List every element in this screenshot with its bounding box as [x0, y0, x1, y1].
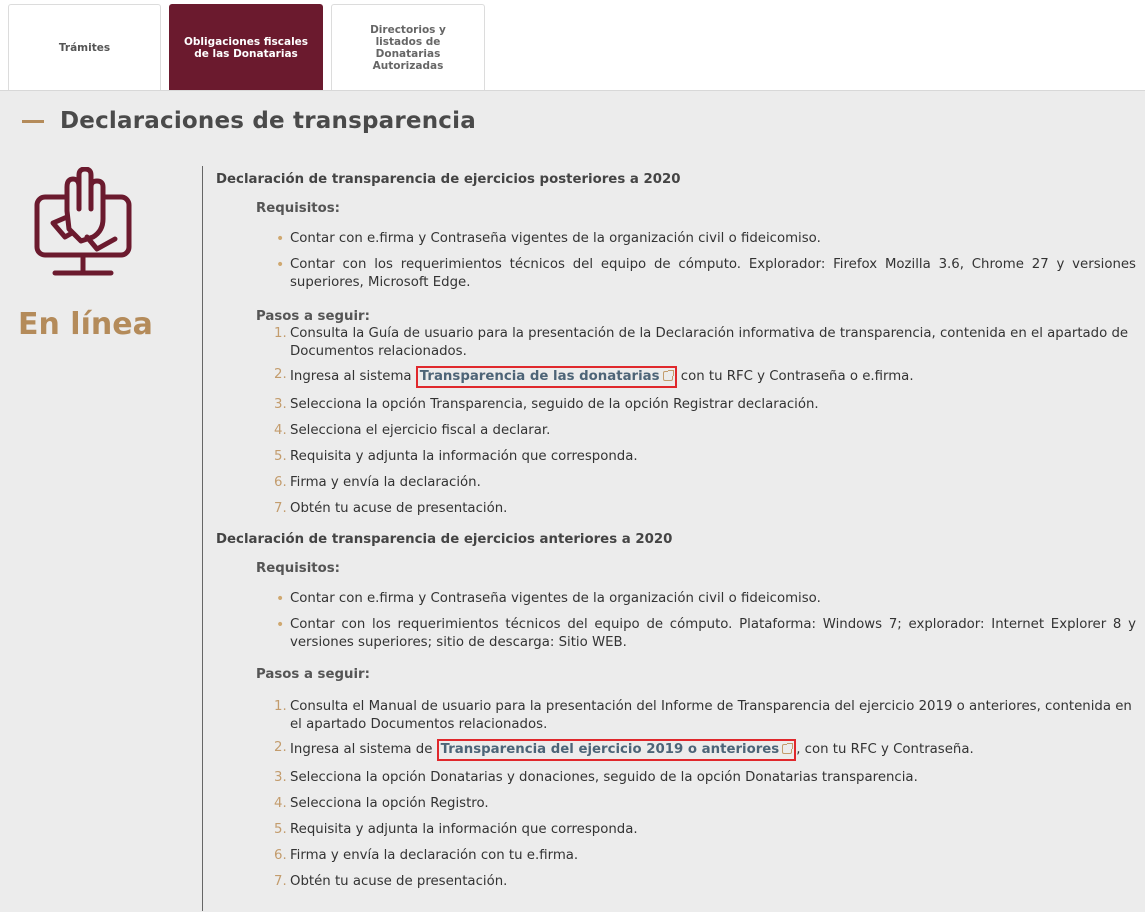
step-number: 3. [274, 770, 287, 785]
step-item: 4. Selecciona la opción Registro. [274, 795, 1136, 813]
step-item: 1. Consulta el Manual de usuario para la … [274, 698, 1136, 734]
step-item: 6. Firma y envía la declaración con tu e.… [274, 847, 1136, 865]
step-text: Firma y envía la declaración. [290, 475, 481, 490]
step-number: 4. [274, 423, 287, 438]
step-item: 2. Ingresa al sistema Transparencia de la… [274, 366, 1136, 388]
step-text: Consulta la Guía de usuario para la pres… [290, 326, 1129, 359]
tab-label: Obligaciones fiscales de las Donatarias [183, 35, 309, 60]
step-number: 2. [274, 367, 287, 382]
tab-label: Trámites [58, 41, 111, 54]
external-link-icon [662, 370, 674, 381]
step-number: 2. [274, 740, 287, 755]
heading-posteriores: Declaración de transparencia de ejercici… [216, 172, 681, 187]
step-item: 2. Ingresa al sistema de Transparencia de… [274, 739, 1136, 761]
link-text: Transparencia del ejercicio 2019 o anter… [440, 742, 780, 757]
step-item: 7. Obtén tu acuse de presentación. [274, 873, 1136, 891]
step-item: 4. Selecciona el ejercicio fiscal a decla… [274, 422, 1136, 440]
step-item: 3. Selecciona la opción Donatarias y dona… [274, 769, 1136, 787]
requisitos-label: Requisitos: [256, 201, 340, 216]
collapse-dash-icon[interactable] [22, 119, 44, 123]
step-text: Obtén tu acuse de presentación. [290, 501, 508, 516]
step-number: 5. [274, 449, 287, 464]
step-item: 3. Selecciona la opción Transparencia, se… [274, 396, 1136, 414]
section-title: Declaraciones de transparencia [60, 108, 476, 134]
requisitos-label: Requisitos: [256, 561, 340, 576]
step-item: 5. Requisita y adjunta la información que… [274, 821, 1136, 839]
pasos-label: Pasos a seguir: [256, 309, 370, 324]
step-text: Firma y envía la declaración con tu e.fi… [290, 848, 579, 863]
step-text: Ingresa al sistema [290, 369, 416, 384]
main-content: Declaración de transparencia de ejercici… [216, 172, 1136, 891]
step-item: 5. Requisita y adjunta la información que… [274, 448, 1136, 466]
online-label: En línea [18, 307, 153, 342]
step-text: Ingresa al sistema de [290, 742, 437, 757]
tab-directorios[interactable]: Directorios y listados de Donatarias Aut… [331, 4, 485, 90]
list-item: Contar con los requerimientos técnicos d… [276, 616, 1136, 652]
tab-obligaciones-fiscales[interactable]: Obligaciones fiscales de las Donatarias [169, 4, 323, 90]
step-text: Consulta el Manual de usuario para la pr… [290, 699, 1132, 732]
link-transparencia-donatarias[interactable]: Transparencia de las donatarias [415, 366, 677, 388]
section-header[interactable]: Declaraciones de transparencia [22, 108, 476, 134]
step-number: 3. [274, 397, 287, 412]
step-text: , con tu RFC y Contraseña. [796, 742, 974, 757]
step-text: Requisita y adjunta la información que c… [290, 449, 638, 464]
step-text: con tu RFC y Contraseña o e.firma. [676, 369, 914, 384]
step-number: 6. [274, 848, 287, 863]
step-text: Selecciona la opción Donatarias y donaci… [290, 770, 918, 785]
link-transparencia-2019[interactable]: Transparencia del ejercicio 2019 o anter… [436, 739, 797, 761]
step-text: Obtén tu acuse de presentación. [290, 874, 508, 889]
step-item: 7. Obtén tu acuse de presentación. [274, 500, 1136, 518]
link-text: Transparencia de las donatarias [419, 369, 660, 384]
step-text: Selecciona la opción Registro. [290, 796, 489, 811]
step-text: Selecciona la opción Transparencia, segu… [290, 397, 819, 412]
step-number: 1. [274, 326, 287, 341]
step-number: 7. [274, 874, 287, 889]
tab-bar: Trámites Obligaciones fiscales de las Do… [0, 0, 1145, 90]
step-item: 1. Consulta la Guía de usuario para la pr… [274, 325, 1136, 361]
list-item: Contar con los requerimientos técnicos d… [276, 256, 1136, 292]
step-number: 1. [274, 699, 287, 714]
pasos-label: Pasos a seguir: [256, 667, 370, 682]
step-number: 7. [274, 501, 287, 516]
step-text: Selecciona el ejercicio fiscal a declara… [290, 423, 551, 438]
step-number: 6. [274, 475, 287, 490]
vertical-divider [202, 166, 203, 911]
tab-label: Directorios y listados de Donatarias Aut… [370, 23, 446, 72]
step-number: 4. [274, 796, 287, 811]
online-computer-icon [33, 166, 133, 287]
step-item: 6. Firma y envía la declaración. [274, 474, 1136, 492]
list-item: Contar con e.firma y Contraseña vigentes… [276, 230, 1136, 248]
step-text: Requisita y adjunta la información que c… [290, 822, 638, 837]
external-link-icon [782, 743, 794, 754]
step-number: 5. [274, 822, 287, 837]
tab-tramites[interactable]: Trámites [8, 4, 161, 90]
heading-anteriores: Declaración de transparencia de ejercici… [216, 532, 673, 547]
list-item: Contar con e.firma y Contraseña vigentes… [276, 590, 1136, 608]
